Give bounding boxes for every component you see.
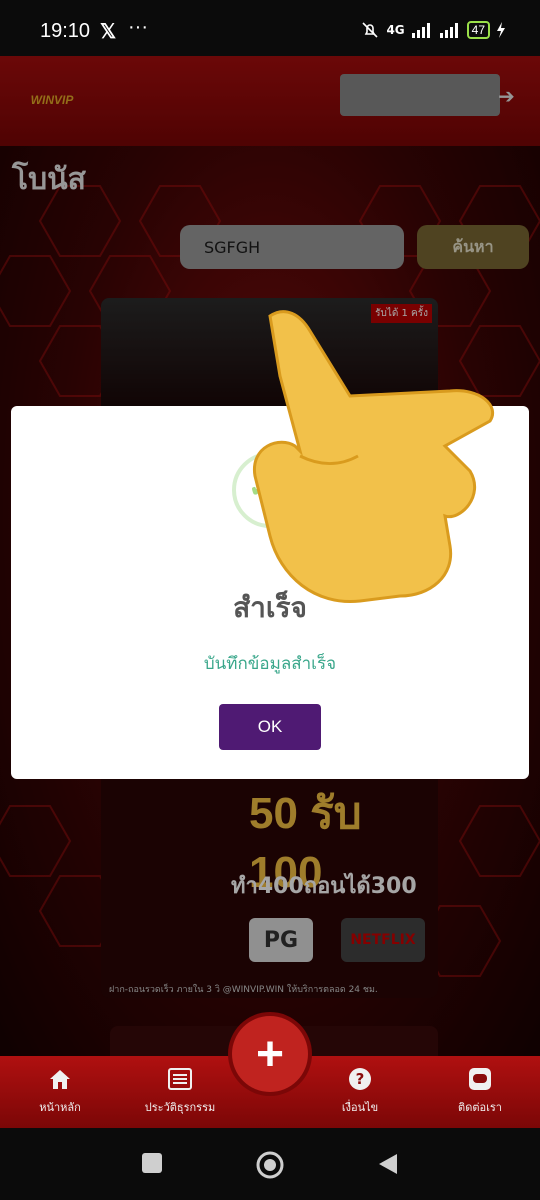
system-navigation-bar: [0, 1128, 540, 1200]
home-icon: [50, 1070, 70, 1089]
signal-icon-2: [439, 23, 458, 38]
mute-icon: [362, 22, 379, 38]
question-icon: ?: [349, 1068, 371, 1090]
nav-terms[interactable]: ? เงื่อนไข: [305, 1066, 415, 1116]
nav-contact[interactable]: ติดต่อเรา: [425, 1066, 535, 1116]
nav-home-label: หน้าหลัก: [39, 1101, 81, 1114]
signal-icon: [411, 23, 430, 38]
back-triangle-icon[interactable]: [377, 1152, 399, 1176]
bottom-navigation: หน้าหลัก ประวัติธุรกรรม + ? เงื่อนไข ติด…: [0, 1016, 540, 1128]
status-time: 19:10: [40, 20, 91, 42]
x-app-icon: 𝕏: [100, 21, 117, 43]
nav-home[interactable]: หน้าหลัก: [5, 1066, 115, 1116]
pointing-hand-icon: [253, 310, 494, 604]
nav-history-label: ประวัติธุรกรรม: [144, 1101, 216, 1114]
home-circle-icon[interactable]: [255, 1150, 285, 1180]
battery-indicator: 47: [466, 21, 490, 39]
history-list-icon: [168, 1068, 192, 1090]
nav-history[interactable]: ประวัติธุรกรรม: [125, 1066, 235, 1116]
recents-square-icon[interactable]: [141, 1152, 163, 1174]
dialog-message: บันทึกข้อมูลสำเร็จ: [203, 654, 337, 674]
status-bar: 19:10 𝕏 ··· 4G 47: [0, 0, 540, 56]
line-chat-icon: [469, 1068, 491, 1090]
ok-button[interactable]: OK: [219, 704, 321, 750]
more-notifications-icon: ···: [128, 16, 148, 38]
nav-terms-label: เงื่อนไข: [341, 1101, 379, 1114]
add-fab-button[interactable]: +: [232, 1016, 308, 1092]
status-indicators: 4G 47: [360, 20, 506, 40]
charging-icon: [497, 22, 505, 38]
svg-text:?: ?: [356, 1070, 365, 1088]
nav-contact-label: ติดต่อเรา: [458, 1101, 502, 1114]
network-type: 4G: [386, 23, 405, 37]
